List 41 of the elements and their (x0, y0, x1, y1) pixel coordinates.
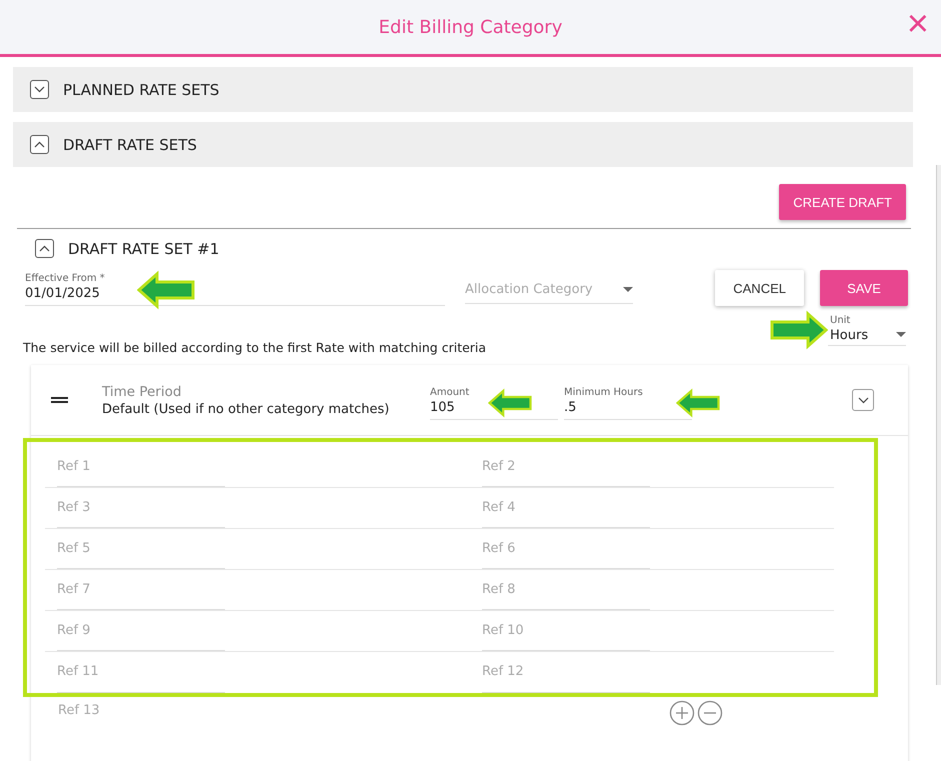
ref-field[interactable]: Ref 13 (58, 702, 226, 724)
minimum-hours-field[interactable]: Minimum Hours .5 (564, 387, 643, 415)
billing-note: The service will be billed according to the first Rate with matching criteria (22, 340, 488, 355)
ref-field[interactable]: Ref 10 (482, 623, 650, 651)
effective-from-field[interactable]: Effective From * 01/01/2025 (25, 273, 105, 301)
expand-icon[interactable] (30, 80, 49, 99)
rate-type-label: Time Period (102, 384, 182, 400)
section-header[interactable]: DRAFT RATE SETS (13, 122, 913, 167)
rate-set-title: DRAFT RATE SET #1 (68, 240, 220, 258)
scrollbar[interactable] (936, 165, 941, 685)
ref-field[interactable]: Ref 9 (57, 623, 225, 651)
ref-field[interactable]: Ref 5 (57, 541, 225, 569)
close-button[interactable]: × (902, 6, 933, 42)
dropdown-caret-icon[interactable] (896, 332, 906, 336)
ref-field[interactable]: Ref 12 (482, 664, 650, 693)
section-header[interactable]: PLANNED RATE SETS (13, 67, 913, 112)
create-draft-button[interactable]: CREATE DRAFT (779, 184, 906, 220)
dialog-title: Edit Billing Category (378, 16, 562, 38)
allocation-category-dropdown[interactable]: Allocation Category (465, 272, 633, 304)
ref-field[interactable]: Ref 2 (482, 459, 650, 487)
drag-handle-icon[interactable] (51, 397, 68, 403)
amount-field[interactable]: Amount 105 (430, 387, 470, 415)
ref-field[interactable]: Ref 1 (57, 459, 225, 487)
section-title: DRAFT RATE SETS (63, 136, 197, 154)
cancel-button[interactable]: CANCEL (715, 270, 804, 306)
save-button[interactable]: SAVE (820, 270, 908, 306)
dropdown-caret-icon[interactable] (623, 287, 633, 292)
collapse-icon[interactable] (35, 239, 54, 258)
add-icon[interactable] (669, 700, 695, 726)
expand-icon[interactable] (852, 389, 874, 411)
rate-description: Default (Used if no other category matches) (102, 402, 390, 416)
ref-field[interactable]: Ref 6 (482, 541, 650, 569)
unit-dropdown[interactable]: Unit Hours (828, 314, 906, 346)
remove-icon[interactable] (697, 700, 723, 726)
ref-field[interactable]: Ref 7 (57, 582, 225, 610)
section-title: PLANNED RATE SETS (63, 80, 220, 98)
ref-field[interactable]: Ref 3 (57, 500, 225, 528)
ref-field[interactable]: Ref 11 (57, 664, 225, 693)
ref-field[interactable]: Ref 4 (482, 500, 650, 528)
collapse-icon[interactable] (30, 135, 49, 154)
ref-field[interactable]: Ref 8 (482, 582, 650, 610)
